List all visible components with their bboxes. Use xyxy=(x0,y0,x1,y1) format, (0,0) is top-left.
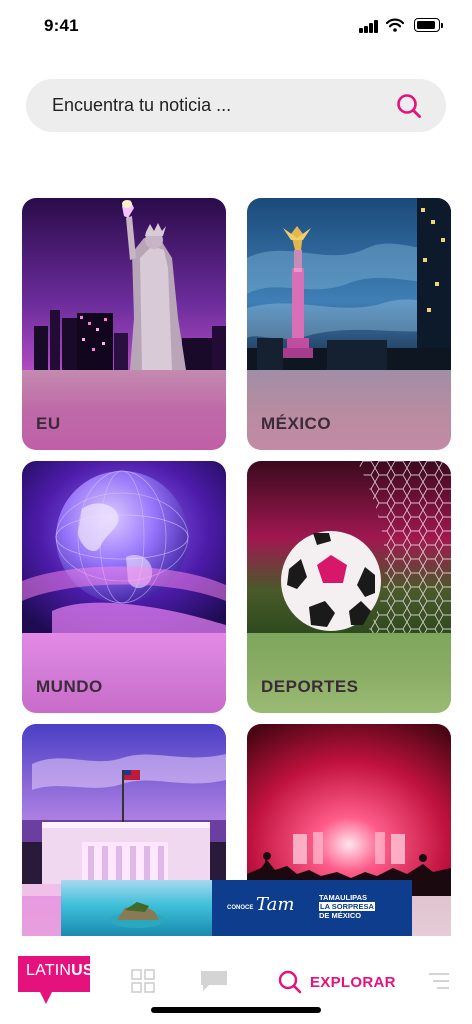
white-house-image xyxy=(22,724,226,896)
screen: 9:41 Encuentra tu noticia ... EU MÉXICO … xyxy=(0,0,472,1024)
ad-brand-line: TAMAULIPAS xyxy=(319,893,368,902)
status-bar: 9:41 xyxy=(0,0,472,54)
ad-brand-line: DE MÉXICO xyxy=(319,911,362,920)
latinus-logo[interactable]: LATINUS xyxy=(18,956,94,1004)
menu-icon[interactable] xyxy=(428,972,450,990)
card-band xyxy=(22,370,226,450)
statue-of-liberty-image xyxy=(22,198,226,370)
home-indicator xyxy=(151,1007,321,1013)
ad-brand-text: TAMAULIPAS LA SORPRESA DE MÉXICO xyxy=(319,893,375,920)
wifi-icon xyxy=(386,18,404,32)
soccer-ball-image xyxy=(247,461,451,633)
category-card-eu[interactable]: EU xyxy=(22,198,226,450)
concert-image xyxy=(247,724,451,896)
ad-tam-logo: Tam xyxy=(256,894,295,915)
ad-brand-line: LA SORPRESA xyxy=(319,902,375,911)
explorar-search-icon xyxy=(278,970,302,994)
search-icon[interactable] xyxy=(396,93,422,119)
category-label: MÉXICO xyxy=(261,414,332,433)
card-band xyxy=(247,633,451,713)
category-card-mexico[interactable]: MÉXICO xyxy=(247,198,451,450)
grid-icon[interactable] xyxy=(131,969,155,993)
ad-banner[interactable]: CONOCE Tam TAMAULIPAS LA SORPRESA DE MÉX… xyxy=(61,880,412,936)
logo-latin: LATIN xyxy=(26,962,72,979)
signal-icon xyxy=(359,20,379,33)
battery-icon xyxy=(414,18,443,32)
category-label: EU xyxy=(36,414,61,433)
ad-island-image xyxy=(61,880,212,936)
card-band xyxy=(22,633,226,713)
search-bar[interactable] xyxy=(26,79,446,132)
chat-icon[interactable] xyxy=(200,970,228,992)
card-band xyxy=(247,370,451,450)
category-card-mundo[interactable]: MUNDO xyxy=(22,461,226,713)
globe-image xyxy=(22,461,226,633)
logo-us: US xyxy=(71,962,94,979)
explorar-tab[interactable]: EXPLORAR xyxy=(278,969,396,995)
category-label: MUNDO xyxy=(36,677,103,696)
category-card-deportes[interactable]: DEPORTES xyxy=(247,461,451,713)
angel-independencia-image xyxy=(247,198,451,370)
category-label: DEPORTES xyxy=(261,677,359,696)
status-time: 9:41 xyxy=(44,16,79,35)
search-input[interactable] xyxy=(52,79,392,132)
ad-conoce-text: CONOCE xyxy=(227,905,254,911)
logo-text: LATINUS xyxy=(26,962,94,980)
explorar-label: EXPLORAR xyxy=(310,973,396,991)
